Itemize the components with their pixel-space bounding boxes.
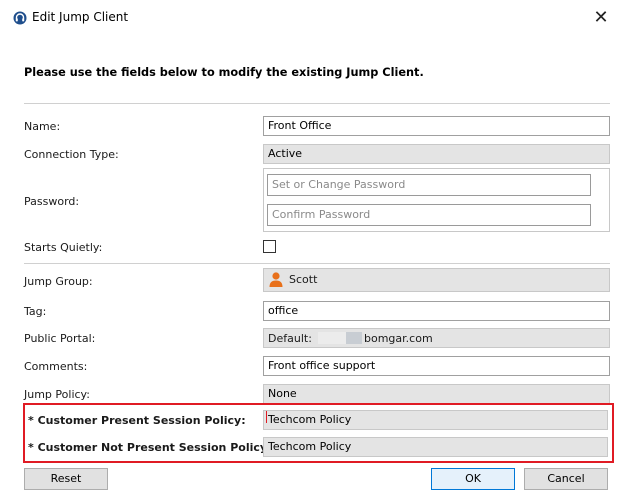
starts-quietly-label: Starts Quietly: xyxy=(24,241,103,254)
customer-present-policy-label: * Customer Present Session Policy: xyxy=(28,414,246,427)
tag-label: Tag: xyxy=(24,305,47,318)
divider xyxy=(24,103,610,104)
connection-type-value: Active xyxy=(263,144,610,164)
page-heading: Please use the fields below to modify th… xyxy=(24,66,424,79)
name-label: Name: xyxy=(24,120,61,133)
close-button[interactable]: ✕ xyxy=(588,6,614,30)
comments-label: Comments: xyxy=(24,360,88,373)
public-portal-value: bomgar.com xyxy=(364,332,433,345)
text-cursor xyxy=(266,411,267,423)
public-portal-select[interactable] xyxy=(263,328,610,348)
window-title: Edit Jump Client xyxy=(32,10,129,24)
password-label: Password: xyxy=(24,195,80,208)
user-avatar-icon xyxy=(269,272,283,287)
customer-not-present-policy-label: * Customer Not Present Session Policy: xyxy=(28,441,272,454)
public-portal-label: Public Portal: xyxy=(24,332,96,345)
starts-quietly-checkbox[interactable] xyxy=(263,240,276,253)
reset-button[interactable]: Reset xyxy=(24,468,108,490)
name-input[interactable]: Front Office xyxy=(263,116,610,136)
redacted-block xyxy=(346,332,362,344)
divider xyxy=(24,263,610,264)
customer-not-present-policy-select[interactable]: Techcom Policy xyxy=(263,437,608,457)
password-group: Set or Change Password Confirm Password xyxy=(263,168,610,232)
public-portal-prefix: Default: xyxy=(268,332,312,345)
jump-group-label: Jump Group: xyxy=(24,275,93,288)
cancel-button[interactable]: Cancel xyxy=(524,468,608,490)
headset-icon xyxy=(13,11,27,25)
connection-type-label: Connection Type: xyxy=(24,148,119,161)
comments-input[interactable]: Front office support xyxy=(263,356,610,376)
redacted-block xyxy=(318,332,346,344)
ok-button[interactable]: OK xyxy=(431,468,515,490)
tag-input[interactable]: office xyxy=(263,301,610,321)
jump-policy-label: Jump Policy: xyxy=(24,388,90,401)
title-bar: Edit Jump Client ✕ xyxy=(0,0,622,36)
password-scrollbar[interactable] xyxy=(593,171,607,229)
jump-group-value: Scott xyxy=(289,273,318,286)
customer-present-policy-select[interactable]: Techcom Policy xyxy=(263,410,608,430)
password-input[interactable]: Set or Change Password xyxy=(267,174,591,196)
jump-policy-select[interactable]: None xyxy=(263,384,610,404)
confirm-password-input[interactable]: Confirm Password xyxy=(267,204,591,226)
